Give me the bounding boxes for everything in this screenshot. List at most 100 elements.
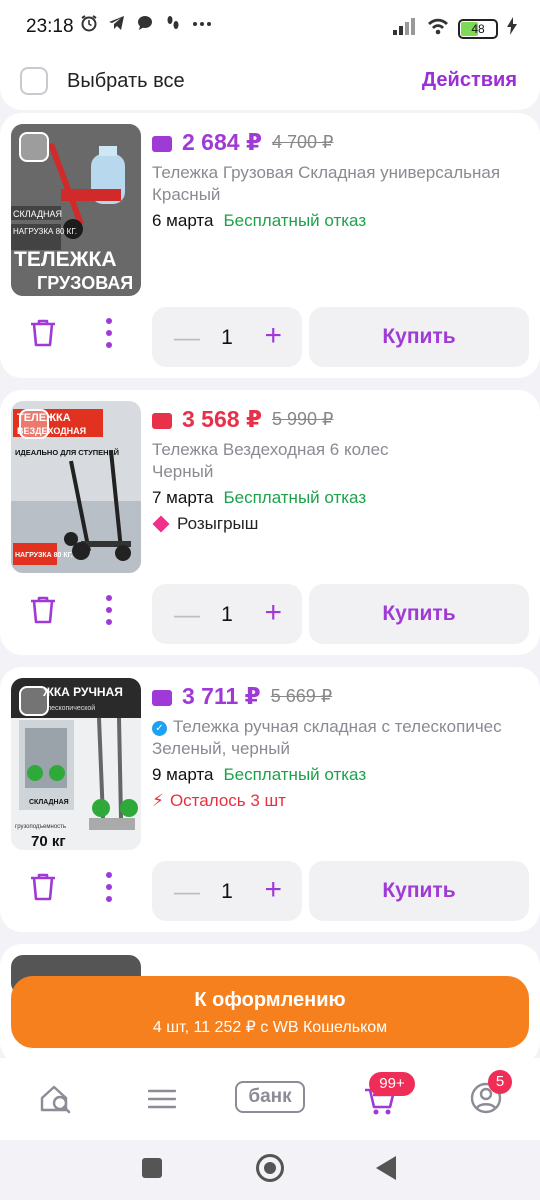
delivery-info: 7 марта Бесплатный отказ [152,488,366,508]
product-name-row[interactable]: ✓ Тележка ручная складная с телескопичес [152,715,524,739]
delivery-date: 7 марта [152,488,214,507]
cart-item: ЖКА РУЧНАЯ лескопической СКЛАДНАЯ грузоп… [0,667,540,932]
item-checkbox[interactable] [19,132,49,162]
quantity-stepper: — 1 + [152,861,302,921]
more-icon [192,14,211,34]
product-image[interactable]: ЖКА РУЧНАЯ лескопической СКЛАДНАЯ грузоп… [11,678,141,850]
more-options-icon[interactable] [104,872,114,902]
wallet-icon [152,689,172,706]
checkout-button[interactable]: К оформлению 4 шт, 11 252 ₽ с WB Кошельк… [11,976,529,1048]
thumb-text: НАГРУЗКА 80 КГ. [13,227,77,236]
profile-icon[interactable]: 5 [470,1070,512,1118]
back-button[interactable] [376,1156,396,1180]
thumb-text: СКЛАДНАЯ [29,799,69,806]
thumb-text: ИДЕАЛЬНО ДЛЯ СТУПЕНЕЙ [15,448,119,457]
old-price: 4 700 ₽ [271,132,334,152]
status-bar: 23:18 48 [0,0,540,54]
price: 2 684 ₽ [182,129,262,155]
product-name[interactable]: Тележка Вездеходная 6 колес [152,438,524,462]
home-search-icon[interactable] [38,1078,74,1118]
wallet-icon [152,412,172,429]
trash-icon[interactable] [29,318,57,348]
wallet-icon [152,135,172,152]
bottom-nav: банк 99+ 5 [0,1058,540,1140]
increase-button[interactable]: + [264,598,282,628]
actions-link[interactable]: Действия [422,69,517,92]
battery-level: 48 [471,21,485,36]
buy-button[interactable]: Купить [309,584,529,644]
more-options-icon[interactable] [104,595,114,625]
select-all-bar: Выбрать все Действия [0,54,540,110]
thumb-text: 70 кг [31,833,66,850]
return-policy: Бесплатный отказ [223,765,367,784]
increase-button[interactable]: + [264,875,282,905]
thumb-text: НАГРУЗКА 80 КГ. [15,552,73,559]
product-image[interactable]: СКЛАДНАЯ НАГРУЗКА 80 КГ. ТЕЛЕЖКА ГРУЗОВА… [11,124,141,296]
catalog-menu-icon[interactable] [146,1078,178,1118]
system-navigation [0,1140,540,1200]
cart-badge: 99+ [369,1072,415,1096]
product-color: Черный [152,462,214,481]
quantity-stepper: — 1 + [152,307,302,367]
thumb-text: ЖКА РУЧНАЯ [42,685,123,699]
product-color: Зеленый, черный [152,739,290,758]
giveaway-tag: Розыгрыш [152,514,258,534]
thumb-text: ТЕЛЕЖКА [14,248,117,271]
trash-icon[interactable] [29,595,57,625]
telegram-icon [108,14,126,34]
thumb-text: ГРУЗОВАЯ [37,273,133,293]
item-checkbox[interactable] [19,409,49,439]
verified-icon: ✓ [152,721,167,736]
giveaway-label: Розыгрыш [177,514,259,533]
product-color: Красный [152,185,221,204]
delivery-info: 6 марта Бесплатный отказ [152,211,366,231]
select-all-checkbox[interactable] [20,67,48,95]
product-image[interactable]: ТЕЛЕЖКА ВЕЗДЕХОДНАЯ ИДЕАЛЬНО ДЛЯ СТУПЕНЕ… [11,401,141,573]
cart-icon[interactable]: 99+ [363,1072,415,1118]
stock-label: Осталось 3 шт [169,791,286,810]
thumb-text: СКЛАДНАЯ [13,209,62,219]
delivery-date: 9 марта [152,765,214,784]
alarm-icon [80,14,98,34]
price: 3 711 ₽ [182,683,261,709]
home-button[interactable] [256,1154,284,1182]
price-row: 3 568 ₽ 5 990 ₽ [152,406,333,433]
old-price: 5 669 ₽ [270,686,333,706]
thumb-text: грузоподъемность [15,824,66,830]
quantity-stepper: — 1 + [152,584,302,644]
price: 3 568 ₽ [182,406,262,432]
buy-button[interactable]: Купить [309,307,529,367]
battery-icon: 48 [458,18,498,39]
more-options-icon[interactable] [104,318,114,348]
product-name[interactable]: Тележка Грузовая Складная универсальная [152,161,524,185]
delivery-date: 6 марта [152,211,214,230]
ticket-icon [152,515,170,533]
bank-tab[interactable]: банк [235,1078,305,1118]
product-name: Тележка ручная складная с телескопичес [173,717,502,736]
select-all-label[interactable]: Выбрать все [67,70,185,93]
buy-button[interactable]: Купить [309,861,529,921]
cart-item: ТЕЛЕЖКА ВЕЗДЕХОДНАЯ ИДЕАЛЬНО ДЛЯ СТУПЕНЕ… [0,390,540,655]
return-policy: Бесплатный отказ [223,488,367,507]
thumb-text: лескопической [47,704,95,712]
price-row: 2 684 ₽ 4 700 ₽ [152,129,333,156]
return-policy: Бесплатный отказ [223,211,367,230]
bank-label: банк [235,1081,305,1113]
notification-icons [80,14,211,34]
delivery-info: 9 марта Бесплатный отказ [152,765,366,785]
wifi-icon [426,16,450,41]
increase-button[interactable]: + [264,321,282,351]
checkout-summary: 4 шт, 11 252 ₽ с WB Кошельком [152,1019,388,1036]
profile-badge: 5 [488,1070,512,1094]
old-price: 5 990 ₽ [271,409,334,429]
recents-button[interactable] [142,1158,162,1178]
lightning-icon: ⚡ [152,791,164,810]
system-status: 48 [392,16,518,41]
trash-icon[interactable] [29,872,57,902]
item-checkbox[interactable] [19,686,49,716]
chat-icon [136,14,154,34]
cart-item: СКЛАДНАЯ НАГРУЗКА 80 КГ. ТЕЛЕЖКА ГРУЗОВА… [0,113,540,378]
price-row: 3 711 ₽ 5 669 ₽ [152,683,332,710]
checkout-title: К оформлению [194,989,346,1011]
signal-icon [392,16,418,41]
